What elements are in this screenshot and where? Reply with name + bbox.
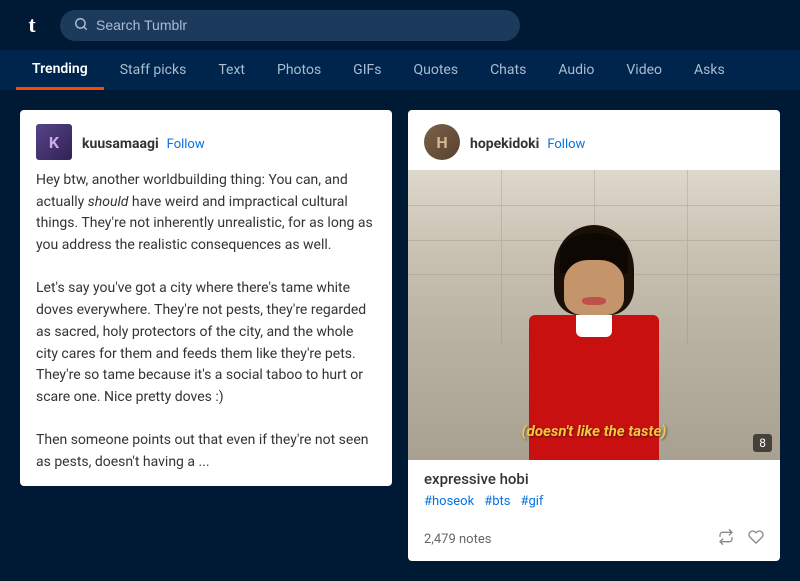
tag-bts[interactable]: #bts bbox=[484, 494, 510, 509]
post-tags-2: #hoseok #bts #gif bbox=[424, 494, 764, 509]
nav-item-chats[interactable]: Chats bbox=[474, 50, 542, 90]
content-area: kuusamaagi Follow Hey btw, another world… bbox=[0, 90, 800, 581]
post-card-1: kuusamaagi Follow Hey btw, another world… bbox=[20, 110, 392, 486]
avatar-hopekidoki bbox=[424, 124, 460, 160]
post-title-2: expressive hobi bbox=[424, 470, 764, 488]
post-actions bbox=[718, 529, 764, 549]
tag-gif[interactable]: #gif bbox=[520, 494, 543, 509]
post-footer-2: 2,479 notes bbox=[408, 525, 780, 561]
username-label-2[interactable]: hopekidoki bbox=[470, 136, 539, 152]
nav-item-photos[interactable]: Photos bbox=[261, 50, 337, 90]
search-bar[interactable] bbox=[60, 10, 520, 41]
image-number-badge: 8 bbox=[753, 434, 772, 452]
logo[interactable]: t bbox=[16, 9, 48, 41]
post-card-2: hopekidoki Follow bbox=[408, 110, 780, 561]
post-text-1: Hey btw, another worldbuilding thing: Yo… bbox=[20, 170, 392, 486]
nav-item-audio[interactable]: Audio bbox=[542, 50, 610, 90]
nav-item-asks[interactable]: Asks bbox=[678, 50, 741, 90]
avatar-kuusamaagi bbox=[36, 124, 72, 160]
post-header-1: kuusamaagi Follow bbox=[20, 110, 392, 170]
search-icon bbox=[74, 16, 88, 35]
post-image-container: (doesn't like the taste) 8 bbox=[408, 170, 780, 460]
username-hopekidoki: hopekidoki Follow bbox=[470, 133, 585, 152]
nav-item-video[interactable]: Video bbox=[610, 50, 678, 90]
nav-item-gifs[interactable]: GIFs bbox=[337, 50, 397, 90]
nav-item-quotes[interactable]: Quotes bbox=[397, 50, 474, 90]
heart-icon[interactable] bbox=[748, 529, 764, 549]
image-caption: (doesn't like the taste) bbox=[408, 422, 780, 440]
username-kuusamaagi: kuusamaagi Follow bbox=[82, 133, 205, 152]
reblog-icon[interactable] bbox=[718, 529, 734, 549]
search-input[interactable] bbox=[96, 17, 506, 33]
follow-button-1[interactable]: Follow bbox=[167, 137, 205, 152]
nav-item-trending[interactable]: Trending bbox=[16, 50, 104, 90]
nav-item-text[interactable]: Text bbox=[202, 50, 261, 90]
post-header-2: hopekidoki Follow bbox=[408, 110, 780, 170]
nav-item-staff-picks[interactable]: Staff picks bbox=[104, 50, 203, 90]
top-bar: t bbox=[0, 0, 800, 50]
username-label[interactable]: kuusamaagi bbox=[82, 136, 159, 152]
notes-count: 2,479 notes bbox=[424, 532, 491, 547]
follow-button-2[interactable]: Follow bbox=[547, 137, 585, 152]
post-info-2: expressive hobi #hoseok #bts #gif bbox=[408, 460, 780, 525]
tag-hoseok[interactable]: #hoseok bbox=[424, 494, 474, 509]
secondary-nav: Trending Staff picks Text Photos GIFs Qu… bbox=[0, 50, 800, 90]
